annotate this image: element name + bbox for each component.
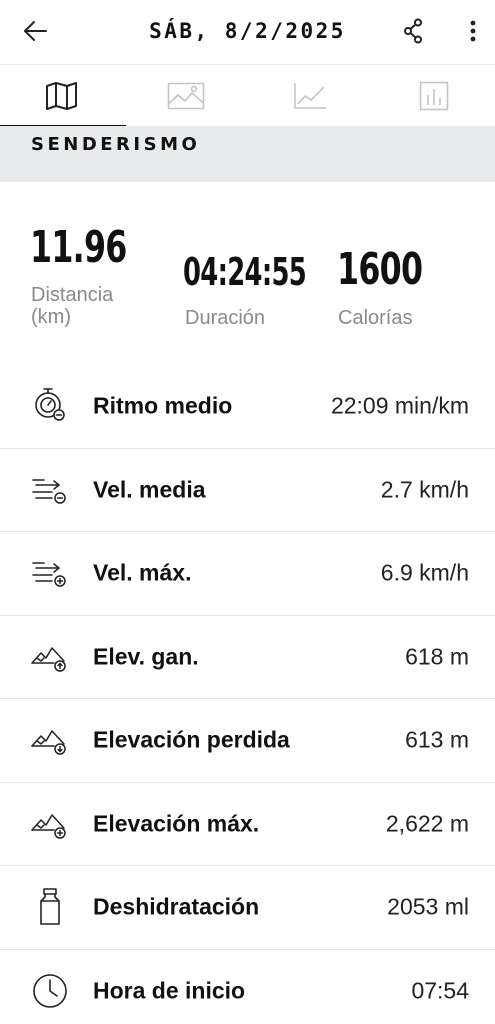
metric-value: 613 m <box>405 726 469 753</box>
elevation-gain-icon <box>31 647 66 672</box>
metric-label: Elev. gan. <box>93 643 199 670</box>
metric-label: Vel. media <box>93 476 206 503</box>
more-vertical-icon <box>470 20 476 42</box>
metric-row-start-time: Hora de inicio 07:54 <box>0 950 495 1024</box>
tab-stats[interactable] <box>372 65 495 127</box>
speed-max-icon <box>32 562 66 587</box>
share-icon <box>404 18 422 44</box>
metric-value: 2.7 km/h <box>380 476 469 503</box>
metric-label: Elevación máx. <box>93 810 260 837</box>
stopwatch-pace-icon <box>35 388 65 422</box>
bar-chart-icon <box>419 81 449 111</box>
metric-value: 07:54 <box>411 977 469 1004</box>
metric-label: Vel. máx. <box>93 559 192 586</box>
metric-row-dehydration: Deshidratación 2053 ml <box>0 866 495 950</box>
map-icon <box>46 82 77 110</box>
metric-label: Deshidratación <box>93 893 260 920</box>
elevation-max-icon <box>31 814 66 839</box>
more-options-button[interactable] <box>458 14 488 48</box>
metric-value: 2053 ml <box>387 893 469 920</box>
metric-label: Elevación perdida <box>93 726 290 753</box>
distance-value: 11.96 <box>30 222 127 273</box>
metric-value: 6.9 km/h <box>380 559 469 586</box>
line-chart-icon <box>294 83 326 109</box>
metric-value: 618 m <box>405 643 469 670</box>
metric-row-avg-speed: Vel. media 2.7 km/h <box>0 449 495 532</box>
app-header: SÁB, 8/2/2025 <box>0 0 495 64</box>
metric-value: 2,622 m <box>385 810 469 837</box>
tab-photos[interactable] <box>124 65 248 127</box>
calories-value: 1600 <box>337 244 423 295</box>
metric-row-elevation-max: Elevación máx. 2,622 m <box>0 783 495 866</box>
distance-label: Distancia (km) <box>31 284 114 328</box>
metric-row-max-speed: Vel. máx. 6.9 km/h <box>0 532 495 616</box>
metric-label: Ritmo medio <box>93 392 233 419</box>
metric-value: 22:09 min/km <box>330 392 469 419</box>
clock-icon <box>33 974 67 1009</box>
activity-type-label: SENDERISMO <box>31 134 201 155</box>
elevation-loss-icon <box>31 730 66 755</box>
activity-summary: 11.96 Distancia (km) 04:24:55 Duración 1… <box>0 182 495 354</box>
share-button[interactable] <box>398 14 430 48</box>
metrics-list: Ritmo medio 22:09 min/km Vel. media 2.7 … <box>0 365 495 1024</box>
metric-row-avg-pace: Ritmo medio 22:09 min/km <box>0 365 495 449</box>
image-icon <box>167 82 205 110</box>
tab-map[interactable] <box>0 65 124 127</box>
view-tabs <box>0 64 495 128</box>
duration-value: 04:24:55 <box>183 250 307 294</box>
tab-chart[interactable] <box>248 65 372 127</box>
metric-row-elevation-loss: Elevación perdida 613 m <box>0 699 495 783</box>
duration-label: Duración <box>185 307 266 329</box>
calories-label: Calorías <box>338 307 413 329</box>
bottle-icon <box>40 888 60 926</box>
metric-label: Hora de inicio <box>93 977 246 1004</box>
metric-row-elevation-gain: Elev. gan. 618 m <box>0 616 495 699</box>
speed-average-icon <box>32 479 66 504</box>
activity-type-banner: SENDERISMO <box>0 126 495 182</box>
